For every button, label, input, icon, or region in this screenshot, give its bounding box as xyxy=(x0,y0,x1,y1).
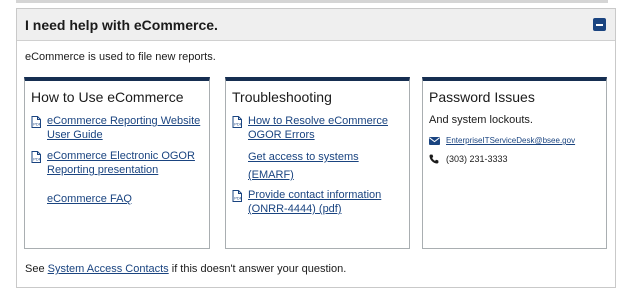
footer-suffix: if this doesn't answer your question. xyxy=(168,263,347,275)
list-item: PDF eCommerce Electronic OGOR Reporting … xyxy=(31,149,203,177)
system-access-contacts-link[interactable]: System Access Contacts xyxy=(48,263,169,275)
svg-text:PDF: PDF xyxy=(33,122,41,127)
service-desk-email-link[interactable]: EnterpriseITServiceDesk@bsee.gov xyxy=(446,136,575,145)
phone-icon xyxy=(429,154,441,164)
contact-info-link[interactable]: Provide contact information (ONRR-4444) … xyxy=(248,188,403,216)
pdf-file-icon: PDF xyxy=(232,115,243,133)
pdf-file-icon: PDF xyxy=(31,115,42,133)
list-item: eCommerce FAQ xyxy=(47,189,203,207)
top-divider xyxy=(16,0,608,3)
card-how-to-use: How to Use eCommerce PDF eCommerce Repor… xyxy=(24,77,210,249)
svg-text:PDF: PDF xyxy=(234,196,242,201)
email-contact: EnterpriseITServiceDesk@bsee.gov xyxy=(429,136,600,145)
list-item: PDF eCommerce Reporting Website User Gui… xyxy=(31,114,203,142)
card-subtitle: And system lockouts. xyxy=(429,114,533,126)
collapse-icon[interactable] xyxy=(593,18,606,31)
faq-link[interactable]: eCommerce FAQ xyxy=(47,193,132,205)
user-guide-link[interactable]: eCommerce Reporting Website User Guide xyxy=(47,114,203,142)
svg-text:PDF: PDF xyxy=(234,122,242,127)
card-title: How to Use eCommerce xyxy=(31,89,184,105)
list-item: PDF Provide contact information (ONRR-44… xyxy=(232,188,403,216)
accordion-title: I need help with eCommerce. xyxy=(25,16,218,33)
emarf-access-link[interactable]: Get access to systems (EMARF) xyxy=(248,151,359,181)
envelope-icon xyxy=(429,136,441,145)
pdf-file-icon: PDF xyxy=(232,189,243,207)
footer-text: See System Access Contacts if this doesn… xyxy=(25,263,346,275)
svg-text:PDF: PDF xyxy=(33,157,41,162)
phone-contact: (303) 231-3333 xyxy=(429,154,600,164)
list-item: Get access to systems (EMARF) xyxy=(248,147,403,183)
card-password-issues: Password Issues And system lockouts. Ent… xyxy=(422,77,607,249)
accordion-header[interactable]: I need help with eCommerce. xyxy=(17,9,615,41)
card-troubleshooting: Troubleshooting PDF How to Resolve eComm… xyxy=(225,77,410,249)
resolve-ogor-errors-link[interactable]: How to Resolve eCommerce OGOR Errors xyxy=(248,114,403,142)
ogor-presentation-link[interactable]: eCommerce Electronic OGOR Reporting pres… xyxy=(47,149,203,177)
footer-prefix: See xyxy=(25,263,48,275)
help-accordion: I need help with eCommerce. eCommerce is… xyxy=(16,8,616,288)
pdf-file-icon: PDF xyxy=(31,150,42,168)
card-title: Troubleshooting xyxy=(232,89,332,105)
list-item: PDF How to Resolve eCommerce OGOR Errors xyxy=(232,114,403,142)
card-title: Password Issues xyxy=(429,89,535,105)
intro-text: eCommerce is used to file new reports. xyxy=(25,51,216,63)
phone-number: (303) 231-3333 xyxy=(446,154,508,164)
